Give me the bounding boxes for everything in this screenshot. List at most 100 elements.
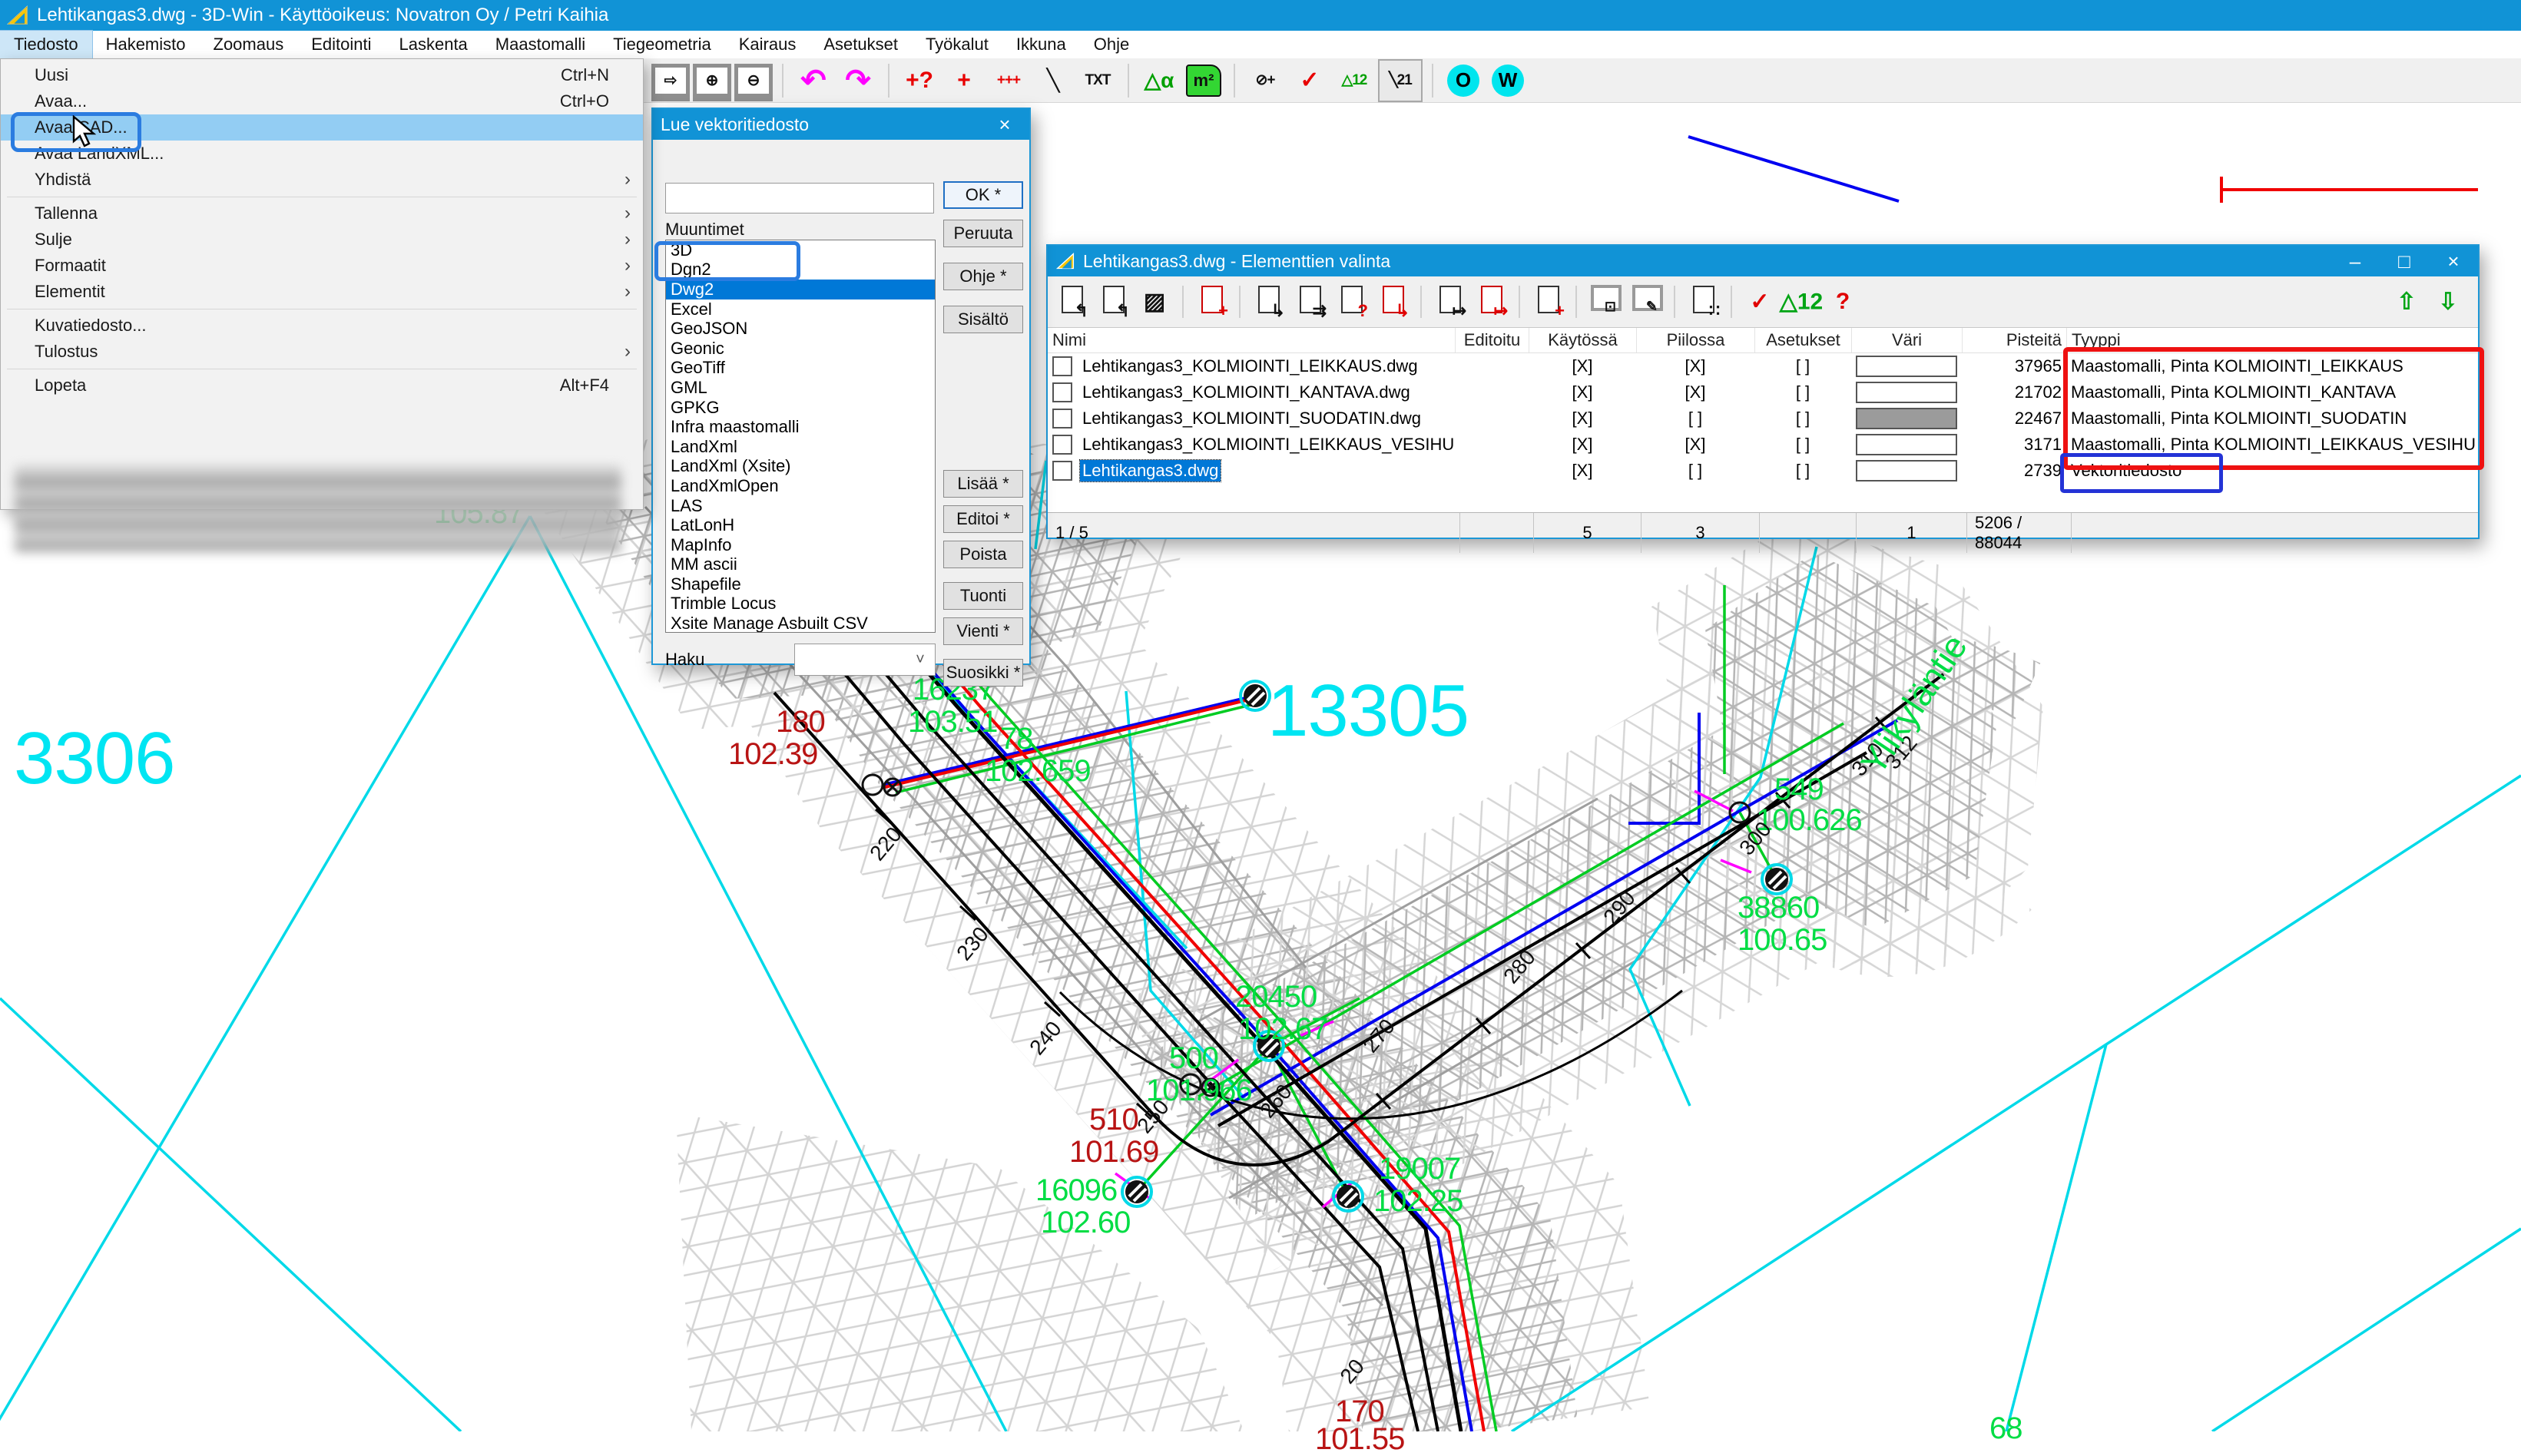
file-menu-item[interactable]: Formaatit ›: [1, 253, 643, 279]
add-pages-icon[interactable]: +: [1530, 281, 1565, 323]
help-icon[interactable]: ?: [1825, 281, 1860, 323]
read-mesh-icon[interactable]: ▨: [1137, 281, 1172, 323]
cell-editoitu[interactable]: [1455, 379, 1529, 405]
close-icon[interactable]: ×: [2429, 246, 2478, 276]
chevron-down-icon[interactable]: ˅: [907, 646, 933, 673]
converter-list-item[interactable]: GML: [666, 378, 935, 398]
converter-list-item[interactable]: 3D: [666, 240, 935, 260]
converter-list-item[interactable]: GeoTiff: [666, 359, 935, 379]
converter-list-item[interactable]: Shapefile: [666, 574, 935, 594]
converter-list-item[interactable]: LandXml (Xsite): [666, 457, 935, 477]
dialog-button[interactable]: Lisää *: [943, 470, 1023, 498]
cell-asetukset[interactable]: [ ]: [1754, 405, 1851, 432]
cell-kaytossa[interactable]: [X]: [1529, 432, 1636, 458]
converter-list-item[interactable]: Dgn2: [666, 260, 935, 280]
table-row[interactable]: Lehtikangas3.dwg [X] [ ] [ ] 2739 Vektor…: [1048, 458, 2478, 484]
cell-editoitu[interactable]: [1455, 458, 1529, 484]
table-header[interactable]: Nimi Editoitu Käytössä Piilossa Asetukse…: [1048, 328, 2478, 353]
converter-list-item[interactable]: LandXmlOpen: [666, 476, 935, 496]
read-file-icon[interactable]: ↰: [1054, 281, 1089, 323]
table-row[interactable]: Lehtikangas3_KOLMIOINTI_SUODATIN.dwg [X]…: [1048, 405, 2478, 432]
close-icon[interactable]: ×: [980, 109, 1029, 140]
converter-list-item[interactable]: Dwg2: [666, 280, 935, 299]
row-checkbox[interactable]: [1052, 461, 1072, 481]
dialog-button[interactable]: Sisältö: [943, 306, 1023, 333]
cell-piilossa[interactable]: [X]: [1636, 379, 1754, 405]
dialog-button[interactable]: Tuonti: [943, 582, 1023, 610]
color-swatch[interactable]: [1856, 460, 1957, 481]
table-row[interactable]: Lehtikangas3_KOLMIOINTI_KANTAVA.dwg [X] …: [1048, 379, 2478, 405]
save-query-icon[interactable]: ?: [1333, 281, 1369, 323]
check-points-icon[interactable]: ✓: [1742, 281, 1777, 323]
converter-list-item[interactable]: Trimble Locus: [666, 594, 935, 614]
cell-kaytossa[interactable]: [X]: [1529, 379, 1636, 405]
file-menu-item[interactable]: Uusi Ctrl+N: [1, 62, 643, 88]
fit-view-icon[interactable]: ⊡: [1587, 281, 1622, 323]
cell-editoitu[interactable]: [1455, 353, 1529, 379]
file-menu-item[interactable]: Avaa... Ctrl+O: [1, 88, 643, 114]
color-swatch[interactable]: [1856, 356, 1957, 377]
cell-kaytossa[interactable]: [X]: [1529, 353, 1636, 379]
save-red-icon[interactable]: ↳: [1375, 281, 1410, 323]
file-menu-item[interactable]: Lopeta Alt+F4: [1, 372, 643, 399]
dialog-title-bar[interactable]: Lue vektoritiedosto ×: [653, 109, 1029, 140]
converter-list-item[interactable]: LatLonH: [666, 515, 935, 535]
converter-list-item[interactable]: Infra maastomalli: [666, 417, 935, 437]
file-menu-item[interactable]: Elementit ›: [1, 279, 643, 305]
maximize-icon[interactable]: □: [2380, 246, 2429, 276]
converter-list-item[interactable]: Xsite Manage Asbuilt CSV: [666, 614, 935, 633]
dialog-button[interactable]: Poista: [943, 541, 1023, 568]
converter-list-item[interactable]: MM ascii: [666, 555, 935, 575]
converter-list-item[interactable]: Excel: [666, 299, 935, 319]
row-checkbox[interactable]: [1052, 435, 1072, 455]
cell-asetukset[interactable]: [ ]: [1754, 379, 1851, 405]
save-element-icon[interactable]: ↳: [1251, 281, 1286, 323]
dialog-button[interactable]: Ohje *: [943, 263, 1023, 290]
search-combobox[interactable]: ˅: [794, 644, 936, 676]
dialog-button[interactable]: Suosikki *: [943, 659, 1023, 687]
new-element-icon[interactable]: +: [1194, 281, 1229, 323]
converter-list-item[interactable]: LandXml: [666, 437, 935, 457]
dialog-button[interactable]: Vienti *: [943, 617, 1023, 645]
cell-kaytossa[interactable]: [X]: [1529, 458, 1636, 484]
move-down-icon[interactable]: ⇩: [2430, 281, 2466, 323]
cell-piilossa[interactable]: [X]: [1636, 432, 1754, 458]
move-up-icon[interactable]: ⇧: [2389, 281, 2424, 323]
cell-asetukset[interactable]: [ ]: [1754, 432, 1851, 458]
cell-editoitu[interactable]: [1455, 432, 1529, 458]
color-swatch[interactable]: [1856, 434, 1957, 455]
points-transfer-icon[interactable]: ∷: [1685, 281, 1721, 323]
row-checkbox[interactable]: [1052, 409, 1072, 429]
read-file-settings-icon[interactable]: ↰: [1095, 281, 1131, 323]
cell-piilossa[interactable]: [ ]: [1636, 405, 1754, 432]
table-row[interactable]: Lehtikangas3_KOLMIOINTI_LEIKKAUS.dwg [X]…: [1048, 353, 2478, 379]
converter-list-item[interactable]: Geonic: [666, 339, 935, 359]
file-menu-item[interactable]: Yhdistä ›: [1, 167, 643, 193]
file-menu-item[interactable]: Tulostus ›: [1, 339, 643, 365]
minimize-icon[interactable]: –: [2331, 246, 2380, 276]
edit-view-icon[interactable]: ✎: [1628, 281, 1664, 323]
color-swatch[interactable]: [1856, 382, 1957, 403]
converter-list-item[interactable]: GeoJSON: [666, 319, 935, 339]
dialog-button[interactable]: Editoi *: [943, 505, 1023, 533]
cell-kaytossa[interactable]: [X]: [1529, 405, 1636, 432]
color-swatch[interactable]: [1856, 408, 1957, 429]
row-checkbox[interactable]: [1052, 356, 1072, 376]
cell-editoitu[interactable]: [1455, 405, 1529, 432]
converter-list-item[interactable]: GPKG: [666, 398, 935, 418]
dialog-button[interactable]: Peruuta: [943, 220, 1023, 247]
table-row[interactable]: Lehtikangas3_KOLMIOINTI_LEIKKAUS_VESIHU.…: [1048, 432, 2478, 458]
row-checkbox[interactable]: [1052, 382, 1072, 402]
export-red-icon[interactable]: ↦: [1473, 281, 1509, 323]
file-menu-item[interactable]: Tallenna ›: [1, 200, 643, 227]
converter-list-item[interactable]: MapInfo: [666, 535, 935, 555]
save-as-icon[interactable]: ⇉: [1292, 281, 1327, 323]
cell-asetukset[interactable]: [ ]: [1754, 353, 1851, 379]
cell-piilossa[interactable]: [ ]: [1636, 458, 1754, 484]
export-icon[interactable]: ↦: [1432, 281, 1467, 323]
dialog-title-bar[interactable]: Lehtikangas3.dwg - Elementtien valinta –…: [1048, 246, 2478, 276]
file-menu-item[interactable]: Kuvatiedosto...: [1, 313, 643, 339]
cell-asetukset[interactable]: [ ]: [1754, 458, 1851, 484]
file-menu-item[interactable]: Sulje ›: [1, 227, 643, 253]
cell-piilossa[interactable]: [X]: [1636, 353, 1754, 379]
